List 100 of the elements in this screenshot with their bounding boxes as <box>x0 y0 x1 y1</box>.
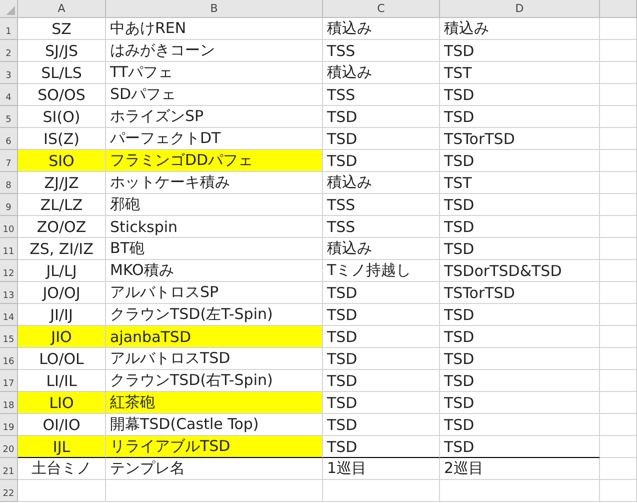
empty-cell <box>600 194 637 216</box>
table-cell: TSD <box>440 304 600 326</box>
table-cell: TSDorTSD&TSD <box>440 260 600 282</box>
table-cell: TSD <box>323 106 440 128</box>
table-cell: TSD <box>440 40 600 62</box>
empty-cell <box>600 326 637 348</box>
table-cell: MKO積み <box>106 260 323 282</box>
table-cell: 土台ミノ <box>18 458 106 480</box>
table-cell: フラミンゴDDパフェ <box>106 150 323 172</box>
table-cell: JL/LJ <box>18 260 106 282</box>
table-cell: JIO <box>18 326 106 348</box>
table-cell: 1巡目 <box>323 458 440 480</box>
row-header[interactable]: 3 <box>0 62 18 84</box>
table-cell: JO/OJ <box>18 282 106 304</box>
row-header[interactable]: 17 <box>0 370 18 392</box>
table-cell: TSS <box>323 40 440 62</box>
empty-cell <box>600 414 637 436</box>
table-cell: TST <box>440 62 600 84</box>
table-cell: 邪砲 <box>106 194 323 216</box>
row-header[interactable]: 4 <box>0 84 18 106</box>
row-header[interactable]: 8 <box>0 172 18 194</box>
table-cell: SZ <box>18 18 106 40</box>
table-cell: TSD <box>440 216 600 238</box>
row-header[interactable]: 16 <box>0 348 18 370</box>
empty-cell <box>600 282 637 304</box>
row-header[interactable]: 11 <box>0 238 18 260</box>
empty-cell <box>600 150 637 172</box>
table-cell: LIO <box>18 392 106 414</box>
table-cell: TSD <box>323 150 440 172</box>
table-cell: Tミノ持越し <box>323 260 440 282</box>
empty-cell <box>600 480 637 502</box>
row-header[interactable]: 19 <box>0 414 18 436</box>
empty-cell <box>600 18 637 40</box>
empty-cell <box>600 348 637 370</box>
column-header[interactable]: A <box>18 0 106 18</box>
table-cell: TSD <box>440 238 600 260</box>
row-header[interactable]: 9 <box>0 194 18 216</box>
table-cell: TSD <box>323 304 440 326</box>
empty-cell <box>600 62 637 84</box>
row-header[interactable]: 12 <box>0 260 18 282</box>
column-header[interactable] <box>600 0 637 18</box>
table-cell: TSD <box>323 128 440 150</box>
row-header[interactable]: 1 <box>0 18 18 40</box>
empty-cell <box>600 458 637 480</box>
table-cell: TSD <box>440 194 600 216</box>
table-cell: TSS <box>323 194 440 216</box>
row-header[interactable]: 6 <box>0 128 18 150</box>
table-cell: IJL <box>18 436 106 458</box>
table-cell: ZL/LZ <box>18 194 106 216</box>
table-cell: ZS, ZI/IZ <box>18 238 106 260</box>
row-header[interactable]: 7 <box>0 150 18 172</box>
empty-cell <box>600 370 637 392</box>
empty-cell <box>600 106 637 128</box>
table-cell: SJ/JS <box>18 40 106 62</box>
table-cell: TSD <box>323 348 440 370</box>
empty-cell <box>600 304 637 326</box>
empty-cell <box>600 216 637 238</box>
table-cell: TSD <box>323 392 440 414</box>
row-header[interactable]: 14 <box>0 304 18 326</box>
table-cell: はみがきコーン <box>106 40 323 62</box>
row-header[interactable]: 13 <box>0 282 18 304</box>
empty-cell <box>600 392 637 414</box>
column-header[interactable]: C <box>323 0 440 18</box>
table-cell: TSD <box>440 326 600 348</box>
row-header[interactable]: 5 <box>0 106 18 128</box>
table-cell: TSD <box>323 436 440 458</box>
select-all-button[interactable] <box>0 0 18 18</box>
table-cell: リライアブルTSD <box>106 436 323 458</box>
table-cell: 中あけREN <box>106 18 323 40</box>
row-header[interactable]: 20 <box>0 436 18 458</box>
table-cell: TSD <box>323 414 440 436</box>
table-cell: ZJ/JZ <box>18 172 106 194</box>
table-cell: 2巡目 <box>440 458 600 480</box>
table-cell: 積込み <box>323 62 440 84</box>
table-cell: TSD <box>440 106 600 128</box>
row-header[interactable]: 21 <box>0 458 18 480</box>
table-cell: 積込み <box>440 18 600 40</box>
empty-cell <box>600 172 637 194</box>
table-cell: ajanbaTSD <box>106 326 323 348</box>
table-cell: TST <box>440 172 600 194</box>
row-header[interactable]: 18 <box>0 392 18 414</box>
table-cell: LO/OL <box>18 348 106 370</box>
table-cell: 紅茶砲 <box>106 392 323 414</box>
table-cell: SDパフェ <box>106 84 323 106</box>
table-cell: ホライズンSP <box>106 106 323 128</box>
table-cell: 積込み <box>323 18 440 40</box>
row-header[interactable]: 10 <box>0 216 18 238</box>
row-header[interactable]: 2 <box>0 40 18 62</box>
table-cell: TSD <box>440 370 600 392</box>
table-cell: TSTorTSD <box>440 128 600 150</box>
column-header[interactable]: D <box>440 0 600 18</box>
table-cell: 積込み <box>323 238 440 260</box>
table-cell: SO/OS <box>18 84 106 106</box>
table-cell: TSD <box>440 150 600 172</box>
table-cell: TSD <box>440 392 600 414</box>
row-header[interactable]: 15 <box>0 326 18 348</box>
row-header[interactable]: 22 <box>0 480 18 502</box>
table-cell: TTパフェ <box>106 62 323 84</box>
table-cell: TSS <box>323 216 440 238</box>
column-header[interactable]: B <box>106 0 323 18</box>
